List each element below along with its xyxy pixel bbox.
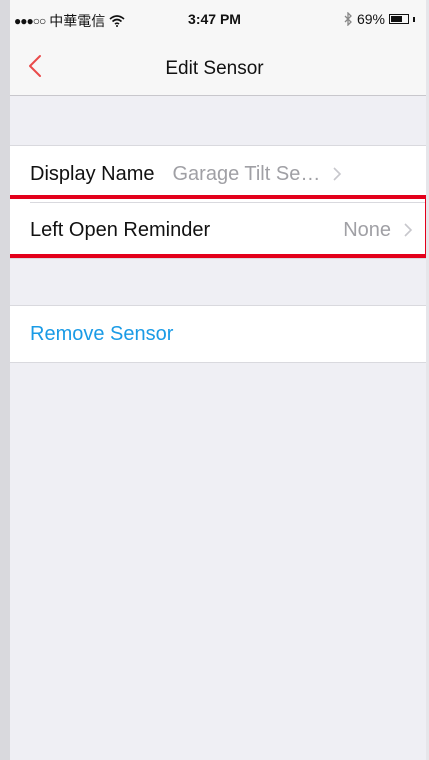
battery-percent: 69% [356, 11, 385, 27]
sensor-settings-group: Display Name Garage Tilt Se… Left Open R… [0, 145, 429, 259]
battery-cap [413, 16, 415, 22]
device-frame [0, 0, 429, 760]
status-right: 69% [344, 11, 415, 27]
left-open-reminder-label: Left Open Reminder [30, 218, 211, 241]
display-name-row[interactable]: Display Name Garage Tilt Se… [0, 146, 429, 202]
remove-sensor-button[interactable]: Remove Sensor [0, 306, 429, 362]
battery-fill [391, 16, 403, 22]
display-name-label: Display Name [30, 162, 155, 185]
bluetooth-icon [344, 12, 352, 26]
left-open-reminder-value: None [343, 218, 391, 241]
remove-sensor-label: Remove Sensor [30, 322, 174, 345]
actions-group: Remove Sensor [0, 305, 429, 363]
left-open-reminder-row[interactable]: Left Open Reminder None [0, 202, 429, 258]
page-title: Edit Sensor [165, 58, 264, 79]
chevron-right-icon [404, 223, 413, 237]
navigation-bar: Edit Sensor [0, 38, 429, 96]
display-name-value: Garage Tilt Se… [172, 162, 321, 185]
battery-icon [389, 14, 409, 24]
chevron-right-icon [333, 167, 342, 181]
status-bar: ●●●○○ 中華電信 3:47 PM 69% [0, 0, 429, 38]
